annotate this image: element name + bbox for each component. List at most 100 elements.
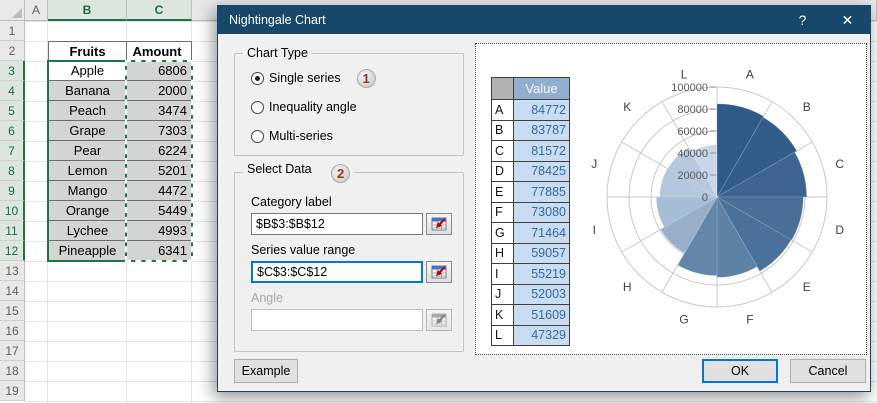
row-header-4[interactable]: 4 [0, 81, 25, 101]
range-picker-button-2[interactable] [426, 309, 452, 331]
field-label-0: Category label [251, 195, 332, 209]
fruit-table-row: Banana 2000 [48, 81, 192, 101]
fruit-name-cell[interactable]: Peach [48, 101, 127, 121]
radio-button-icon[interactable] [251, 100, 264, 114]
chart-type-options: Single series 1 Inequality angle Multi-seri… [245, 68, 453, 143]
fruit-name-cell[interactable]: Lemon [48, 161, 127, 181]
field-label-1: Series value range [251, 243, 356, 257]
fruit-name-cell[interactable]: Mango [48, 181, 127, 201]
row-header-19[interactable]: 19 [0, 381, 25, 401]
row-header-18[interactable]: 18 [0, 361, 25, 381]
dialog-titlebar[interactable]: Nightingale Chart ? ✕ [218, 6, 870, 34]
row-header-10[interactable]: 10 [0, 201, 25, 221]
amount-cell[interactable]: 5449 [127, 201, 192, 221]
field-row-0 [251, 213, 453, 235]
range-picker-icon [431, 217, 446, 231]
fruit-table-row: Peach 3474 [48, 101, 192, 121]
amount-cell[interactable]: 4472 [127, 181, 192, 201]
row-header-11[interactable]: 11 [0, 221, 25, 241]
radial-tick-label: 80000 [677, 104, 708, 116]
amount-cell[interactable]: 6806 [127, 61, 192, 81]
select-data-fields: Category label Series value range Angle [245, 195, 453, 331]
fruit-table-row: Lychee 4993 [48, 221, 192, 241]
select-data-legend: Select Data 2 [243, 162, 354, 183]
chart-type-option-1[interactable]: Inequality angle [251, 100, 453, 114]
field-row-2 [251, 309, 453, 331]
fruit-name-cell[interactable]: Pear [48, 141, 127, 161]
row-header-7[interactable]: 7 [0, 141, 25, 161]
category-label-h: H [623, 280, 632, 294]
fruit-name-cell[interactable]: Pineapple [48, 241, 127, 261]
row-header-12[interactable]: 12 [0, 241, 25, 261]
range-picker-button-1[interactable] [426, 261, 452, 283]
close-button[interactable]: ✕ [825, 6, 870, 34]
field-row-1 [251, 261, 453, 283]
column-header-b[interactable]: B [48, 0, 127, 21]
radio-button-icon[interactable] [251, 129, 264, 143]
amount-cell[interactable]: 7303 [127, 121, 192, 141]
chart-type-option-2[interactable]: Multi-series [251, 129, 453, 143]
ok-button[interactable]: OK [702, 359, 778, 383]
radial-tick-label: 0 [702, 192, 708, 204]
fruit-table-header-row: Fruits Amount [48, 41, 192, 61]
row-header-8[interactable]: 8 [0, 161, 25, 181]
fruit-table-row: Grape 7303 [48, 121, 192, 141]
chart-type-group: Chart Type Single series 1 Inequality angl… [234, 46, 464, 156]
row-header-9[interactable]: 9 [0, 181, 25, 201]
fruit-name-cell[interactable]: Banana [48, 81, 127, 101]
fruit-table: Fruits Amount Apple 6806 Banana 2000 Peach 3474… [48, 41, 192, 261]
amount-cell[interactable]: 6341 [127, 241, 192, 261]
row-header-14[interactable]: 14 [0, 281, 25, 301]
row-header-1[interactable]: 1 [0, 21, 25, 41]
chart-type-option-0[interactable]: Single series 1 [251, 68, 453, 88]
fruit-name-cell[interactable]: Orange [48, 201, 127, 221]
column-header-c[interactable]: C [127, 0, 192, 21]
amount-cell[interactable]: 2000 [127, 81, 192, 101]
row-header-2[interactable]: 2 [0, 41, 25, 61]
fruits-header-cell[interactable]: Fruits [48, 41, 127, 61]
range-picker-icon [431, 313, 446, 327]
column-header-a[interactable]: A [25, 0, 48, 21]
fruit-name-cell[interactable]: Lychee [48, 221, 127, 241]
nightingale-rose-chart: 0 20000 40000 60000 80000 100000 A B C D E F G H I J K L [591, 67, 844, 327]
row-header-3[interactable]: 3 [0, 61, 25, 81]
range-picker-button-0[interactable] [426, 213, 452, 235]
fruit-name-cell[interactable]: Apple [48, 61, 127, 81]
example-button[interactable]: Example [234, 359, 298, 383]
range-input-2[interactable] [251, 309, 423, 331]
dialog-body: Chart Type Single series 1 Inequality angl… [218, 34, 870, 392]
category-label-c: C [835, 157, 844, 171]
chart-type-legend: Chart Type [247, 46, 308, 60]
radio-button-icon[interactable] [251, 71, 264, 85]
step-2-badge: 2 [331, 164, 351, 183]
amount-cell[interactable]: 6224 [127, 141, 192, 161]
category-label-e: E [803, 280, 811, 294]
radial-tick-label: 60000 [677, 126, 708, 138]
category-label-l: L [681, 67, 688, 81]
step-1-badge: 1 [356, 68, 376, 88]
category-label-i: I [593, 223, 596, 237]
cancel-button[interactable]: Cancel [790, 359, 866, 383]
radial-tick-label: 20000 [677, 170, 708, 182]
category-label-g: G [679, 313, 688, 327]
field-label-2: Angle [251, 291, 283, 305]
help-button[interactable]: ? [780, 6, 825, 34]
row-header-15[interactable]: 15 [0, 301, 25, 321]
category-label-d: D [835, 223, 844, 237]
category-label-f: F [746, 313, 753, 327]
range-input-1[interactable] [251, 261, 423, 283]
row-header-16[interactable]: 16 [0, 321, 25, 341]
select-all-triangle-icon [12, 8, 22, 18]
amount-cell[interactable]: 4993 [127, 221, 192, 241]
row-header-5[interactable]: 5 [0, 101, 25, 121]
fruit-name-cell[interactable]: Grape [48, 121, 127, 141]
amount-cell[interactable]: 3474 [127, 101, 192, 121]
amount-cell[interactable]: 5201 [127, 161, 192, 181]
radial-tick-label: 40000 [677, 148, 708, 160]
row-header-13[interactable]: 13 [0, 261, 25, 281]
range-input-0[interactable] [251, 213, 423, 235]
row-header-6[interactable]: 6 [0, 121, 25, 141]
amount-header-cell[interactable]: Amount [127, 41, 192, 61]
row-header-17[interactable]: 17 [0, 341, 25, 361]
select-all-corner[interactable] [0, 0, 25, 21]
